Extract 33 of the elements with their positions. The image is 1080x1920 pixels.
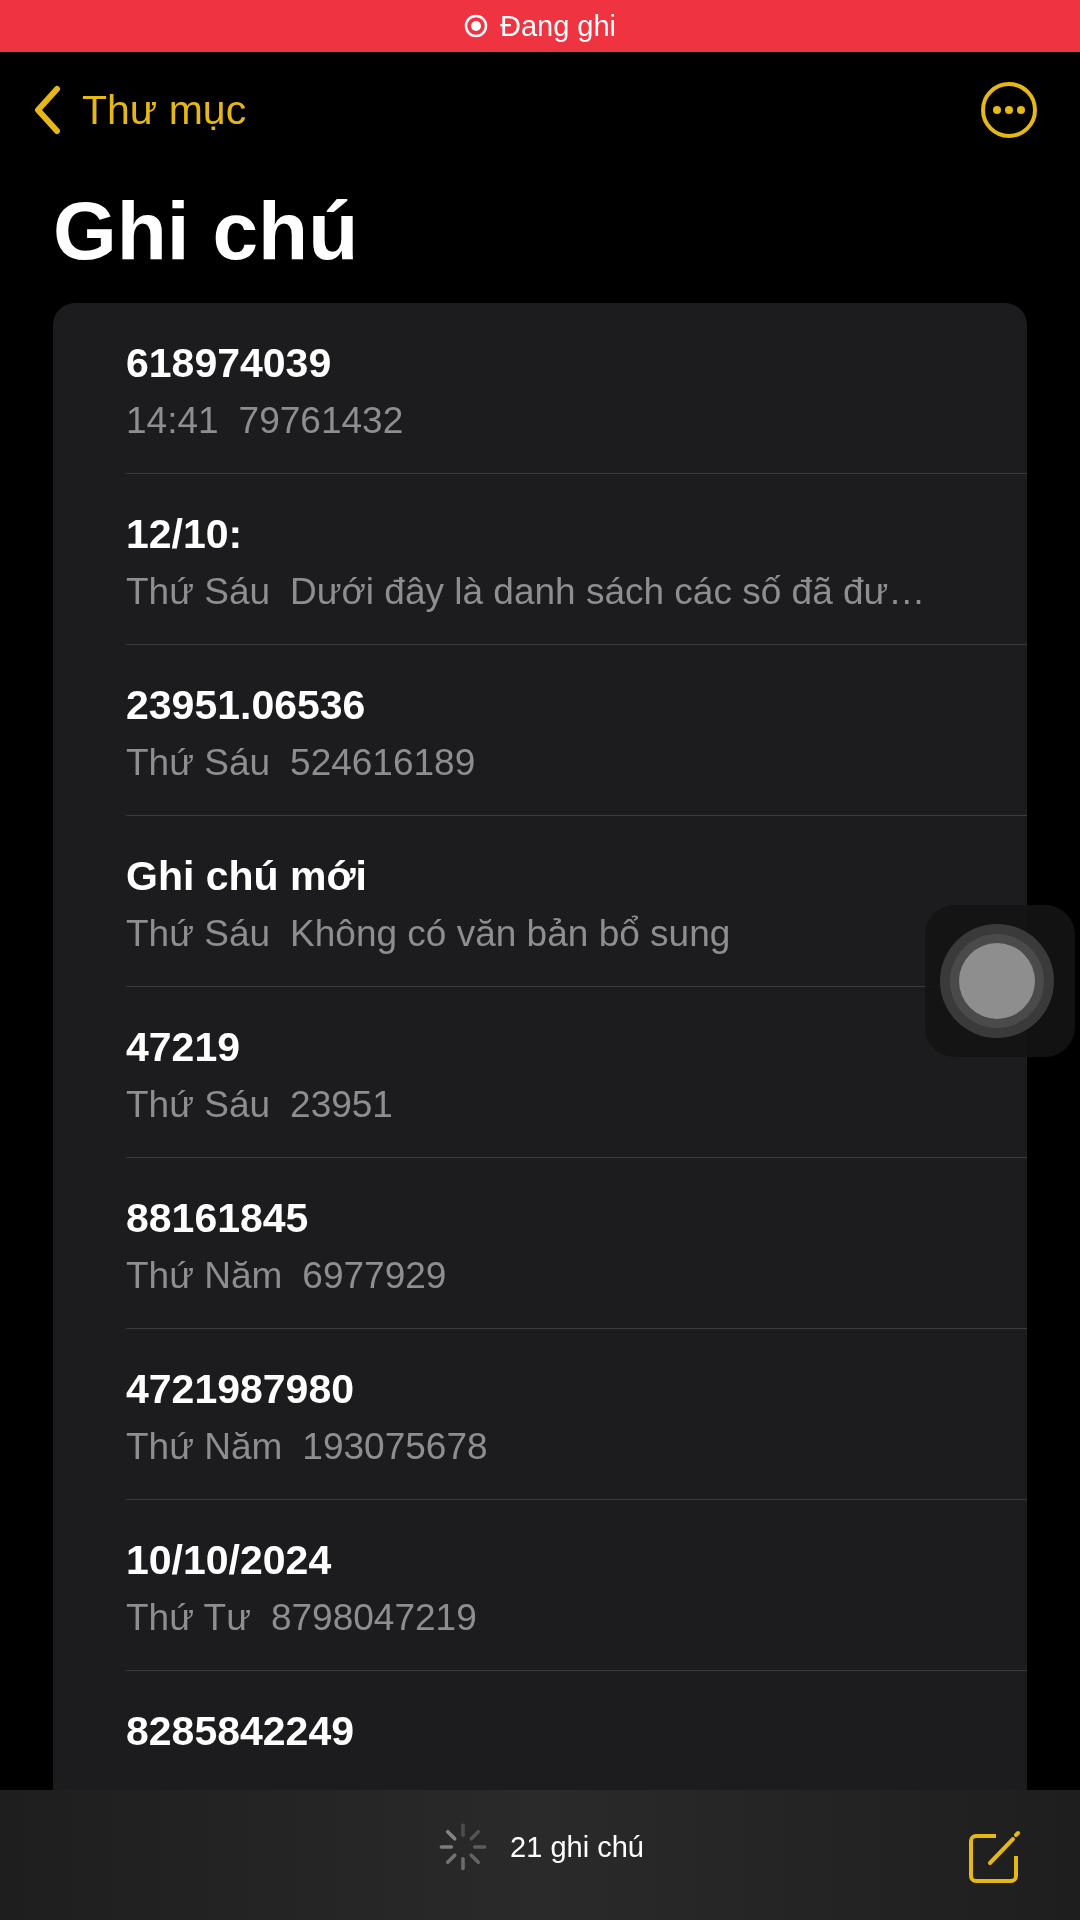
note-title: 23951.06536: [126, 681, 366, 729]
note-title: 10/10/2024: [126, 1536, 332, 1584]
note-date: Thứ Sáu: [126, 912, 271, 956]
record-icon: [463, 14, 488, 38]
note-title: 618974039: [126, 339, 332, 387]
note-preview: Không có văn bản bổ sung: [290, 912, 731, 956]
note-date: Thứ Sáu: [126, 570, 271, 614]
note-preview: 524616189: [290, 741, 476, 785]
note-title: 8285842249: [126, 1707, 355, 1755]
note-preview: Dưới đây là danh sách các số đã đư…: [290, 570, 926, 614]
page-title: Ghi chú: [53, 184, 359, 278]
note-date: 14:41: [126, 399, 219, 443]
note-title: 47219: [126, 1023, 240, 1071]
note-title: 12/10:: [126, 510, 243, 558]
note-title: 88161845: [126, 1194, 309, 1242]
more-icon[interactable]: [980, 81, 1038, 139]
note-title: Ghi chú mới: [126, 852, 367, 900]
chevron-left-icon: [32, 85, 62, 135]
note-preview: 23951: [290, 1083, 393, 1127]
recording-label: Đang ghi: [499, 9, 617, 43]
note-date: Thứ Tư: [126, 1596, 251, 1640]
note-title: 4721987980: [126, 1365, 355, 1413]
assistive-touch-button[interactable]: [925, 905, 1075, 1057]
note-date: Thứ Năm: [126, 1254, 283, 1298]
note-preview: 6977929: [302, 1254, 447, 1298]
note-count: 21 ghi chú: [510, 1830, 644, 1864]
note-preview: 8798047219: [270, 1596, 477, 1640]
note-date: Thứ Năm: [126, 1425, 283, 1469]
note-preview: 193075678: [302, 1425, 488, 1469]
back-button[interactable]: Thư mục: [32, 85, 247, 135]
note-date: Thứ Sáu: [126, 741, 271, 785]
note-date: Thứ Sáu: [126, 1083, 271, 1127]
note-preview: 79761432: [238, 399, 404, 443]
